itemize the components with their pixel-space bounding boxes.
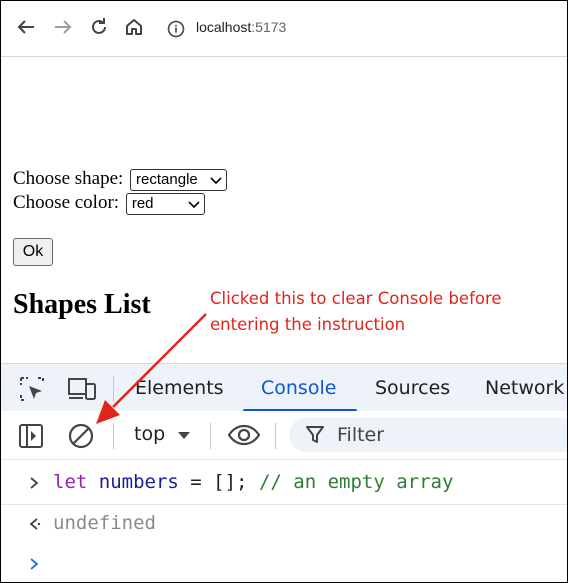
console-result-text: undefined bbox=[53, 512, 156, 534]
annotation-line-2: entering the instruction bbox=[210, 315, 406, 334]
code-comment: // an empty array bbox=[258, 471, 454, 493]
url-port: :5173 bbox=[251, 19, 287, 35]
home-icon[interactable] bbox=[122, 15, 146, 39]
clear-console-icon[interactable] bbox=[67, 422, 95, 455]
filter-funnel-icon bbox=[305, 425, 325, 450]
sidebar-toggle-icon[interactable] bbox=[18, 423, 46, 454]
toolbar-separator bbox=[275, 423, 276, 449]
address-bar[interactable]: localhost:5173 bbox=[156, 10, 567, 48]
toolbar-separator bbox=[210, 423, 211, 449]
context-selector[interactable]: top bbox=[134, 423, 191, 445]
url-text: localhost:5173 bbox=[196, 19, 286, 35]
shape-row: Choose shape: rectangle bbox=[13, 168, 228, 191]
console-result-entry: undefined bbox=[1, 505, 567, 545]
console-input-entry: let numbers = []; // an empty array bbox=[1, 460, 567, 505]
console-input-code: let numbers = []; // an empty array bbox=[53, 471, 453, 493]
context-value: top bbox=[134, 423, 166, 445]
back-arrow-icon[interactable] bbox=[14, 15, 38, 39]
color-label: Choose color: bbox=[13, 192, 120, 213]
code-operator: = []; bbox=[178, 471, 248, 493]
filter-input[interactable]: Filter bbox=[289, 418, 567, 452]
browser-window: localhost:5173 Choose shape: rectangle C… bbox=[0, 0, 568, 583]
console-toolbar: top Filter bbox=[1, 411, 567, 460]
annotation-line-1: Clicked this to clear Console before bbox=[210, 289, 502, 308]
chevron-down-icon bbox=[188, 201, 200, 208]
return-arrow-icon bbox=[29, 518, 41, 530]
page-content: Choose shape: rectangle Choose color: re… bbox=[1, 57, 567, 363]
chevron-down-icon bbox=[210, 177, 222, 184]
code-variable: numbers bbox=[98, 471, 179, 493]
forward-arrow-icon[interactable] bbox=[51, 15, 75, 39]
tab-sources[interactable]: Sources bbox=[375, 377, 450, 399]
console-prompt-line[interactable] bbox=[1, 546, 567, 582]
browser-toolbar: localhost:5173 bbox=[1, 1, 567, 57]
devtools-tab-bar: Elements Console Sources Network bbox=[1, 363, 567, 412]
reload-icon[interactable] bbox=[87, 15, 111, 39]
devtools-panel: Elements Console Sources Network top Fil… bbox=[1, 363, 567, 582]
color-row: Choose color: red bbox=[13, 192, 205, 215]
ok-button[interactable]: Ok bbox=[13, 238, 53, 266]
filter-placeholder: Filter bbox=[337, 424, 385, 446]
site-info-icon[interactable] bbox=[167, 20, 185, 38]
tab-console[interactable]: Console bbox=[261, 377, 336, 399]
code-keyword: let bbox=[53, 471, 88, 493]
tab-elements[interactable]: Elements bbox=[135, 377, 224, 399]
url-host: localhost bbox=[196, 19, 252, 35]
chevron-right-icon bbox=[30, 477, 39, 489]
tab-network[interactable]: Network bbox=[485, 377, 564, 399]
toolbar-separator bbox=[113, 423, 114, 449]
shape-select-value: rectangle bbox=[136, 170, 198, 188]
shape-label: Choose shape: bbox=[13, 168, 124, 189]
caret-down-icon bbox=[178, 431, 191, 439]
device-toolbar-icon[interactable] bbox=[67, 376, 97, 407]
prompt-chevron-icon bbox=[30, 558, 39, 570]
page-title: Shapes List bbox=[13, 289, 151, 320]
shape-select[interactable]: rectangle bbox=[130, 168, 228, 191]
color-select[interactable]: red bbox=[125, 192, 205, 215]
annotation-note: Clicked this to clear Console before ent… bbox=[210, 286, 540, 338]
color-select-value: red bbox=[131, 194, 154, 212]
live-expression-eye-icon[interactable] bbox=[227, 424, 261, 451]
inspect-element-icon[interactable] bbox=[18, 375, 46, 408]
tab-separator bbox=[113, 376, 114, 402]
